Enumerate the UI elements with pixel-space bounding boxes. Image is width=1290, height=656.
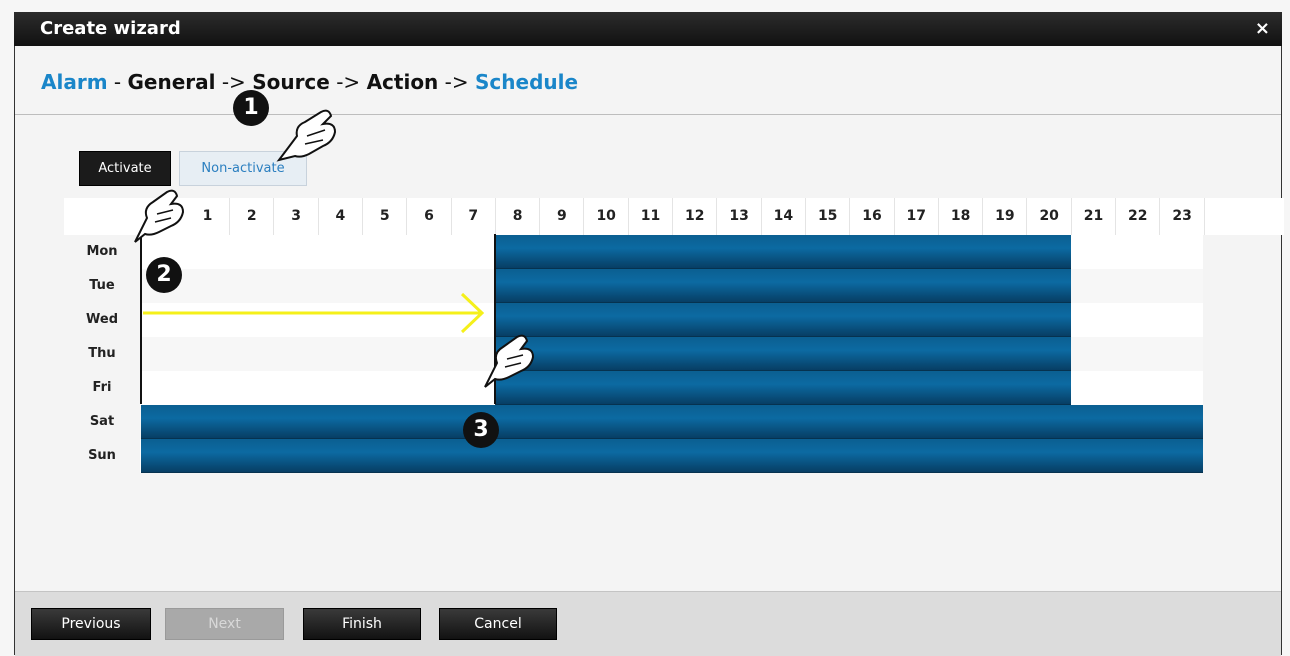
- close-icon[interactable]: ×: [1255, 18, 1270, 39]
- annotation-overlay: [140, 234, 496, 404]
- dialog-title: Create wizard: [40, 18, 181, 39]
- step-3-marker: 3: [463, 412, 499, 448]
- pointing-hand-icon: [484, 334, 535, 388]
- breadcrumb-separator: ->: [329, 70, 367, 94]
- wizard-dialog: Alarm - General -> Source -> Action -> S…: [14, 46, 1284, 656]
- pointing-hand-icon: [276, 109, 337, 162]
- cancel-button[interactable]: Cancel: [439, 608, 557, 640]
- breadcrumb-general: General: [127, 70, 216, 94]
- wizard-footer: Previous Next Finish Cancel: [15, 591, 1281, 656]
- breadcrumb: Alarm - General -> Source -> Action -> S…: [41, 70, 578, 94]
- breadcrumb-separator: -: [107, 70, 128, 94]
- breadcrumb-schedule: Schedule: [475, 70, 579, 94]
- breadcrumb-action: Action: [366, 70, 439, 94]
- step-1-marker: 1: [233, 90, 269, 126]
- breadcrumb-alarm: Alarm: [41, 70, 108, 94]
- schedule-grid[interactable]: 1 2 3 4 5 6 7 8 9 10 11 12 13 14 15 16 17 18 19 20 21 22 23 Mo…: [64, 198, 1284, 478]
- finish-button[interactable]: Finish: [303, 608, 421, 640]
- next-button[interactable]: Next: [165, 608, 284, 640]
- previous-button[interactable]: Previous: [31, 608, 151, 640]
- activate-button[interactable]: Activate: [79, 151, 171, 186]
- divider: [15, 114, 1281, 115]
- step-2-marker: 2: [146, 257, 182, 293]
- breadcrumb-separator: ->: [438, 70, 475, 94]
- dialog-title-bar: Create wizard ×: [14, 12, 1282, 46]
- breadcrumb-source: Source: [252, 70, 330, 94]
- pointing-hand-icon: [134, 189, 185, 243]
